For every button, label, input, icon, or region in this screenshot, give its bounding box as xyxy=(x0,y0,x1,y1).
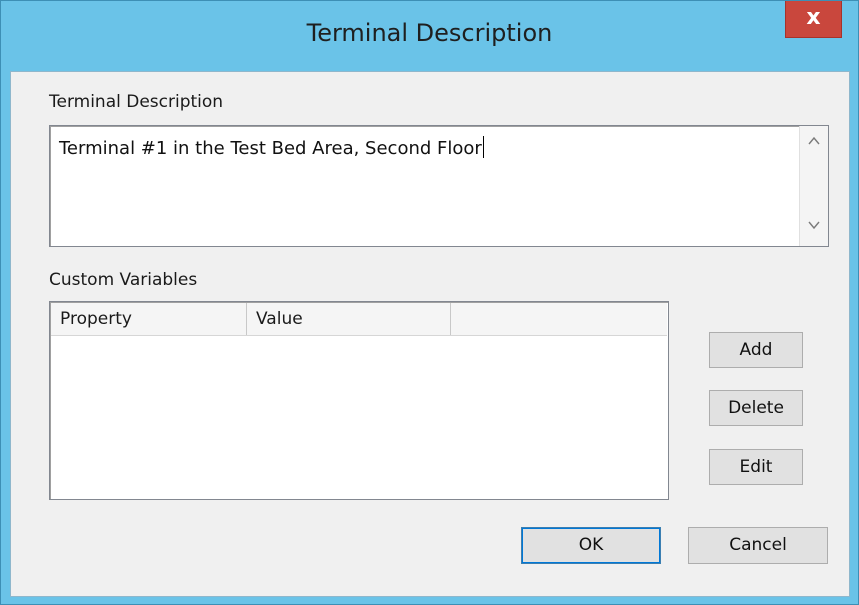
custom-variables-label: Custom Variables xyxy=(49,270,198,290)
scroll-up-icon[interactable] xyxy=(800,130,828,158)
close-icon: x xyxy=(806,5,821,30)
close-button[interactable]: x xyxy=(785,1,842,38)
cancel-button[interactable]: Cancel xyxy=(688,527,828,564)
column-header-empty[interactable] xyxy=(451,303,667,335)
custom-variables-list[interactable]: Property Value xyxy=(49,301,669,500)
add-button[interactable]: Add xyxy=(709,332,803,368)
edit-button[interactable]: Edit xyxy=(709,449,803,485)
description-scrollbar[interactable] xyxy=(799,126,828,246)
scroll-down-icon[interactable] xyxy=(800,214,828,242)
column-header-property[interactable]: Property xyxy=(51,303,247,335)
ok-button[interactable]: OK xyxy=(521,527,661,564)
delete-button[interactable]: Delete xyxy=(709,390,803,426)
terminal-description-value: Terminal #1 in the Test Bed Area, Second… xyxy=(59,138,482,159)
dialog-body: Terminal Description Terminal #1 in the … xyxy=(10,71,850,597)
title-bar[interactable]: Terminal Description x xyxy=(1,1,858,71)
column-header-value[interactable]: Value xyxy=(247,303,451,335)
text-caret xyxy=(482,136,484,158)
terminal-description-text: Terminal #1 in the Test Bed Area, Second… xyxy=(59,136,484,159)
terminal-description-label: Terminal Description xyxy=(49,92,224,112)
dialog-window: Terminal Description x Terminal Descript… xyxy=(0,0,859,605)
terminal-description-field[interactable]: Terminal #1 in the Test Bed Area, Second… xyxy=(49,125,829,247)
window-title: Terminal Description xyxy=(306,19,553,47)
list-header: Property Value xyxy=(51,303,667,336)
